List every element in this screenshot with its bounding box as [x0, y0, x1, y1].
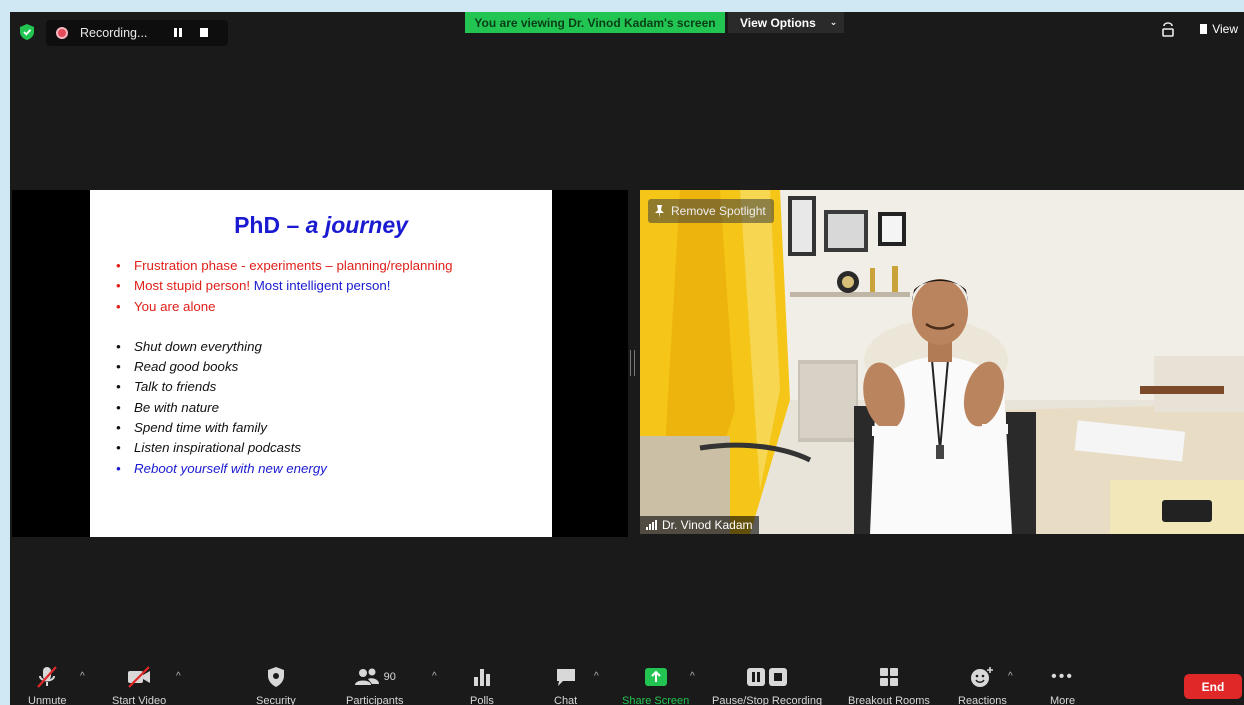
meeting-toolbar: Unmute ^ Start Video ^ Security 90 Parti… — [10, 665, 1244, 705]
split-view-resize-handle[interactable] — [630, 350, 635, 376]
participants-count: 90 — [383, 671, 396, 683]
slide-bullet: Listen inspirational podcasts — [116, 438, 453, 459]
slide-bullet: You are alone — [116, 297, 453, 318]
recording-dot-icon — [56, 27, 68, 39]
view-options-label: View Options — [740, 15, 816, 30]
slide-title-main: PhD – — [234, 212, 306, 238]
reactions-button[interactable]: Reactions — [958, 665, 1007, 705]
participant-name: Dr. Vinod Kadam — [662, 518, 753, 532]
chat-button[interactable]: Chat — [554, 665, 577, 705]
unmute-label: Unmute — [28, 695, 67, 705]
chevron-down-icon: ⌄ — [829, 17, 838, 27]
participant-video-feed — [640, 190, 1244, 534]
slide-bullet-list: Frustration phase - experiments – planni… — [116, 256, 453, 479]
view-options-button[interactable]: View Options ⌄ — [728, 12, 844, 33]
polls-bar-chart-icon — [473, 669, 490, 686]
slide-title: PhD – a journey — [90, 212, 552, 239]
breakout-rooms-grid-icon — [879, 668, 898, 686]
slide-bullet: Be with nature — [116, 398, 453, 419]
security-label: Security — [256, 695, 296, 705]
remove-spotlight-button[interactable]: Remove Spotlight — [648, 199, 774, 223]
pause-stop-recording-label: Pause/Stop Recording — [712, 695, 823, 705]
stop-recording-icon[interactable] — [200, 28, 208, 37]
pause-stop-recording-icon — [747, 668, 788, 686]
slide-bullet: Frustration phase - experiments – planni… — [116, 256, 453, 277]
reactions-options-chevron-icon[interactable]: ^ — [1008, 671, 1013, 682]
reactions-smiley-icon — [971, 667, 994, 687]
share-options-chevron-icon[interactable]: ^ — [690, 671, 695, 682]
end-meeting-button[interactable]: End — [1184, 674, 1242, 699]
unmute-button[interactable]: Unmute — [28, 665, 67, 705]
view-layout-label: View — [1212, 22, 1238, 36]
slide-bullet-blue-part: Most intelligent person! — [253, 278, 391, 294]
chat-label: Chat — [554, 695, 578, 705]
more-label: More — [1050, 695, 1076, 705]
participants-icon — [354, 668, 379, 685]
shared-screen: PhD – a journey Frustration phase - expe… — [12, 190, 628, 537]
viewing-screen-banner: You are viewing Dr. Vinod Kadam's screen — [465, 12, 725, 33]
pin-icon — [655, 204, 664, 218]
encryption-shield-icon[interactable] — [20, 24, 34, 40]
chat-options-chevron-icon[interactable]: ^ — [594, 671, 599, 682]
breakout-rooms-button[interactable]: Breakout Rooms — [848, 665, 930, 705]
presentation-slide: PhD – a journey Frustration phase - expe… — [90, 190, 552, 537]
slide-bullet: Reboot yourself with new energy — [116, 459, 453, 480]
more-dots-icon: ••• — [1051, 668, 1074, 685]
video-options-chevron-icon[interactable]: ^ — [176, 671, 181, 682]
zoom-meeting-window: Recording... You are viewing Dr. Vinod K… — [10, 12, 1244, 705]
slide-bullet-red-part: Most stupid person! — [134, 278, 254, 294]
slide-bullet: Talk to friends — [116, 377, 453, 398]
slide-title-italic: a journey — [305, 212, 408, 238]
participants-label: Participants — [346, 695, 404, 705]
connection-signal-icon — [646, 520, 657, 530]
share-screen-label: Share Screen — [622, 695, 690, 705]
pause-recording-icon[interactable] — [174, 28, 182, 37]
breakout-rooms-label: Breakout Rooms — [848, 695, 930, 705]
participants-button[interactable]: 90 Participants — [346, 665, 403, 705]
start-video-label: Start Video — [112, 695, 167, 705]
recording-label: Recording... — [80, 26, 148, 40]
chat-bubble-icon — [556, 669, 575, 686]
remove-spotlight-label: Remove Spotlight — [671, 204, 766, 218]
muted-microphone-icon — [37, 666, 58, 688]
audio-options-chevron-icon[interactable]: ^ — [80, 671, 85, 682]
slide-bullet: Shut down everything — [116, 337, 453, 358]
participant-video-tile: Remove Spotlight Dr. Vinod Kadam — [640, 190, 1244, 534]
video-off-icon — [128, 666, 151, 688]
reactions-label: Reactions — [958, 695, 1007, 705]
share-screen-button[interactable]: Share Screen — [622, 665, 689, 705]
slide-bullet: Spend time with family — [116, 418, 453, 439]
immersive-view-icon[interactable] — [1160, 20, 1176, 38]
polls-button[interactable]: Polls — [470, 665, 494, 705]
recording-indicator: Recording... — [46, 20, 228, 46]
layout-icon — [1200, 24, 1208, 34]
view-layout-button[interactable]: View — [1200, 22, 1238, 36]
share-screen-arrow-icon — [644, 668, 667, 686]
slide-bullet: Most stupid person! Most intelligent per… — [116, 276, 453, 297]
polls-label: Polls — [470, 695, 494, 705]
participants-options-chevron-icon[interactable]: ^ — [432, 671, 437, 682]
start-video-button[interactable]: Start Video — [112, 665, 166, 705]
pause-stop-recording-button[interactable]: Pause/Stop Recording — [712, 665, 822, 705]
participant-name-label: Dr. Vinod Kadam — [640, 516, 759, 534]
slide-bullet: Read good books — [116, 357, 453, 378]
security-shield-icon — [267, 667, 284, 687]
more-button[interactable]: ••• More — [1050, 665, 1075, 705]
security-button[interactable]: Security — [256, 665, 296, 705]
